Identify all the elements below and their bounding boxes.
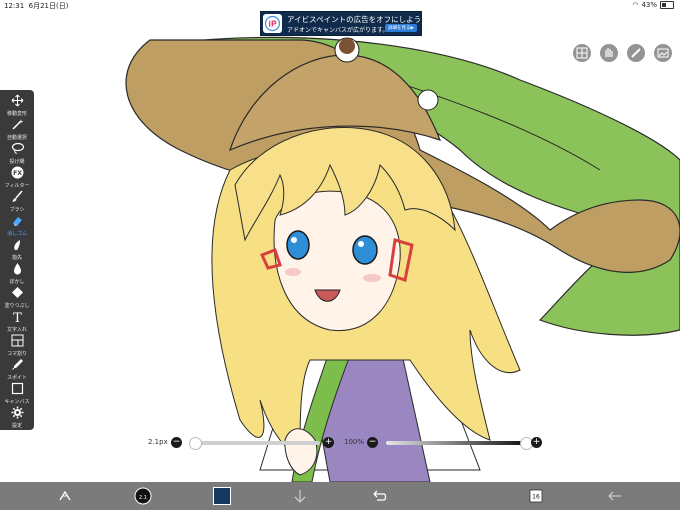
eraser-icon [11, 212, 24, 231]
move-icon [11, 92, 24, 111]
status-time: 12:31 6月21日(日) [4, 2, 69, 10]
tool-settings[interactable]: 設定 [0, 404, 34, 429]
frame-divider-icon [11, 332, 24, 351]
bottom-bar: 2.1 16 [0, 482, 680, 510]
drawing-canvas[interactable] [0, 35, 680, 482]
tool-eyedropper[interactable]: スポイト [0, 356, 34, 381]
eye-right-highlight [358, 241, 364, 247]
blur-icon [11, 260, 24, 279]
blush-right [363, 274, 381, 282]
tool-fx[interactable]: FX フィルター [0, 164, 34, 189]
opacity-label: 100% [344, 438, 365, 446]
svg-text:iP: iP [268, 20, 277, 29]
battery-percent: 43% [641, 1, 657, 9]
tool-label: 設定 [11, 423, 22, 429]
svg-text:FX: FX [13, 170, 22, 177]
finger-icon [11, 236, 24, 255]
blush-left [285, 268, 301, 276]
color-swatch-button[interactable] [213, 487, 231, 505]
hand-tool-icon[interactable] [600, 44, 618, 62]
text-icon: T [11, 308, 24, 327]
svg-text:2.1: 2.1 [139, 495, 147, 501]
canvas-icon [11, 380, 24, 399]
tool-brush[interactable]: ブラシ [0, 188, 34, 213]
ad-details-button[interactable]: 詳細を見る▶ [385, 24, 417, 32]
hat-eye-right [417, 89, 439, 111]
tool-finger[interactable]: 指先 [0, 236, 34, 261]
tool-move[interactable]: 移動変形 [0, 92, 34, 117]
ad-banner[interactable]: iP アイビスペイントの広告をオフにしよう! アドオンでキャンバスが広がります。… [260, 11, 424, 36]
eye-left [286, 230, 310, 260]
tool-canvas[interactable]: キャンバス [0, 380, 34, 405]
hat-eye-left-pupil [339, 38, 355, 54]
pen-icon[interactable] [627, 44, 645, 62]
wifi-icon: ◠ [632, 1, 639, 9]
download-arrow-icon[interactable] [291, 487, 309, 505]
brush-icon [11, 188, 24, 207]
back-arrow-icon[interactable] [606, 487, 624, 505]
tool-magic-wand[interactable]: 自動選択 [0, 116, 34, 141]
magic-wand-icon [11, 116, 24, 135]
svg-text:T: T [13, 311, 22, 323]
battery-icon [660, 1, 674, 9]
tool-eraser[interactable]: 消しゴム [0, 212, 34, 237]
current-color-swatch [213, 487, 231, 505]
status-right: ◠ 43% [632, 1, 674, 9]
fill-icon [11, 284, 24, 303]
fx-icon: FX [11, 164, 24, 183]
left-toolbar: 移動変形 自動選択 投げ縄 FX フィルター ブラシ 消しゴム 指先 ぼかし 塗りつぶし T 文字入れ… [0, 90, 34, 430]
brush-size-label: 2.1px [148, 438, 168, 446]
ibis-logo-icon: iP [263, 14, 282, 33]
artwork [125, 36, 680, 482]
tool-lasso[interactable]: 投げ縄 [0, 140, 34, 165]
undo-icon[interactable] [370, 487, 388, 505]
opacity-plus-button[interactable]: + [531, 437, 542, 448]
image-icon[interactable] [654, 44, 672, 62]
tool-blur[interactable]: ぼかし [0, 260, 34, 285]
brush-size-plus-button[interactable]: + [323, 437, 334, 448]
brush-preview-button[interactable]: 2.1 [134, 487, 152, 505]
tool-text[interactable]: T 文字入れ [0, 308, 34, 333]
lasso-icon [11, 140, 24, 159]
settings-icon [11, 404, 24, 423]
brush-size-track[interactable] [190, 441, 320, 445]
opacity-minus-button[interactable]: − [367, 437, 378, 448]
eye-left-highlight [291, 237, 297, 243]
brush-size-minus-button[interactable]: − [171, 437, 182, 448]
opacity-track[interactable] [386, 441, 526, 445]
brush-size-knob[interactable] [188, 437, 202, 450]
tool-fill[interactable]: 塗りつぶし [0, 284, 34, 309]
eyedropper-icon [11, 356, 24, 375]
tool-frame-divider[interactable]: コマ割り [0, 332, 34, 357]
grid-icon[interactable] [573, 44, 591, 62]
ad-subtitle: アドオンでキャンバスが広がります。 [287, 27, 389, 34]
layer-count: 16 [532, 494, 540, 501]
eye-right [352, 235, 378, 265]
layers-button[interactable]: 16 [527, 487, 545, 505]
transform-icon[interactable] [56, 487, 74, 505]
